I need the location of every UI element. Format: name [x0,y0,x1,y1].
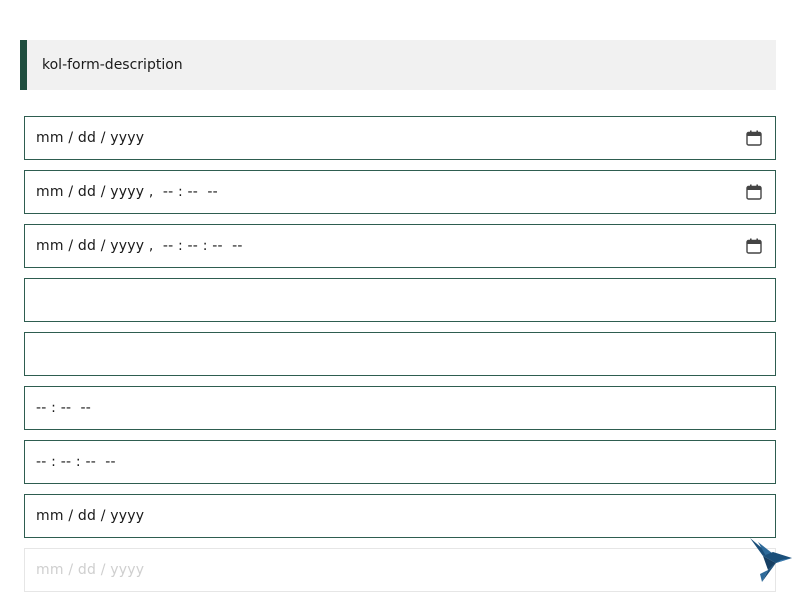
datetime-seconds-input[interactable]: mm / dd / yyyy , -- : -- : -- -- [24,224,776,268]
month-input[interactable] [24,278,776,322]
hummingbird-logo-icon [750,538,792,582]
datetime-local-input[interactable]: mm / dd / yyyy , -- : -- -- [24,170,776,214]
time-seconds-input[interactable]: -- : -- : -- -- [24,440,776,484]
week-input[interactable] [24,332,776,376]
calendar-icon[interactable] [745,129,763,147]
form-description-text: kol-form-description [42,57,183,73]
date-input-disabled-value: mm / dd / yyyy [36,562,145,578]
date-input[interactable]: mm / dd / yyyy [24,116,776,160]
form-description: kol-form-description [20,40,776,90]
calendar-icon[interactable] [745,237,763,255]
date-input-value: mm / dd / yyyy [36,130,145,146]
datetime-seconds-input-value: mm / dd / yyyy , -- : -- : -- -- [36,238,243,254]
time-input[interactable]: -- : -- -- [24,386,776,430]
form-page: kol-form-description mm / dd / yyyy mm /… [0,0,800,616]
calendar-icon[interactable] [745,183,763,201]
time-seconds-input-value: -- : -- : -- -- [36,454,116,470]
date-input-disabled: mm / dd / yyyy [24,548,776,592]
date-input-readonly[interactable]: mm / dd / yyyy [24,494,776,538]
time-input-value: -- : -- -- [36,400,92,416]
datetime-local-input-value: mm / dd / yyyy , -- : -- -- [36,184,218,200]
date-input-readonly-value: mm / dd / yyyy [36,508,145,524]
